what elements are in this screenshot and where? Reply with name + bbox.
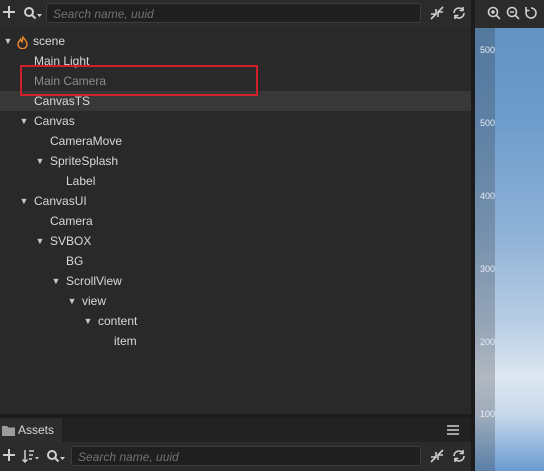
tree-node-label: content (98, 314, 138, 328)
expand-arrow-icon[interactable]: ▼ (67, 291, 77, 311)
tree-node-label: Camera (50, 214, 93, 228)
ruler-label: 500 (480, 45, 496, 55)
add-icon[interactable] (1, 449, 17, 465)
zoom-in-icon[interactable] (487, 6, 501, 24)
vertical-ruler (475, 28, 495, 471)
tree-node-label: CameraMove (50, 134, 123, 148)
expand-arrow-icon[interactable]: ▼ (19, 111, 29, 131)
zoom-out-icon[interactable] (506, 6, 520, 24)
assets-search-input[interactable]: Search name, uuid (71, 446, 421, 466)
ruler-label: 100 (480, 409, 496, 419)
scene-toolbar (475, 0, 544, 28)
tree-node-canvas[interactable]: ▼ Canvas (0, 111, 471, 131)
expand-arrow-icon[interactable]: ▼ (35, 151, 45, 171)
hierarchy-search-input[interactable]: Search name, uuid (46, 3, 421, 23)
refresh-icon[interactable] (452, 6, 466, 24)
search-placeholder: Search name, uuid (53, 7, 154, 21)
tree-node-camera[interactable]: Camera (0, 211, 471, 231)
tab-assets[interactable]: Assets (0, 418, 62, 442)
tree-node-label: SpriteSplash (50, 154, 119, 168)
expand-arrow-icon[interactable]: ▼ (35, 231, 45, 251)
expand-arrow-icon[interactable]: ▼ (51, 271, 61, 291)
tree-node-scrollview[interactable]: ▼ ScrollView (0, 271, 471, 291)
hierarchy-panel: Search name, uuid ▼ scene Main Light Mai… (0, 0, 471, 414)
tree-node-label-node[interactable]: Label (0, 171, 471, 191)
tree-node-view[interactable]: ▼ view (0, 291, 471, 311)
search-icon[interactable] (23, 6, 43, 24)
collapse-icon[interactable] (430, 449, 444, 467)
expand-arrow-icon[interactable]: ▼ (83, 311, 93, 331)
tree-node-label: view (82, 294, 107, 308)
search-placeholder: Search name, uuid (78, 450, 179, 464)
tree-node-cameramove[interactable]: CameraMove (0, 131, 471, 151)
folder-icon (2, 425, 15, 439)
tree-node-label: SVBOX (50, 234, 92, 248)
tree-node-canvasui[interactable]: ▼ CanvasUI (0, 191, 471, 211)
tree-node-scene[interactable]: ▼ scene (0, 31, 471, 51)
tree-node-label: BG (66, 254, 84, 268)
tree-node-label: Canvas (34, 114, 75, 128)
collapse-icon[interactable] (430, 6, 444, 24)
reset-icon[interactable] (524, 6, 538, 24)
tree-node-label: item (114, 334, 137, 348)
tree-node-label: scene (33, 34, 66, 48)
tree-node-svbox[interactable]: ▼ SVBOX (0, 231, 471, 251)
tree-node-content[interactable]: ▼ content (0, 311, 471, 331)
ruler-label: 300 (480, 264, 496, 274)
tree-node-bg[interactable]: BG (0, 251, 471, 271)
ruler-label: 400 (480, 191, 496, 201)
ruler-label: 500 (480, 118, 496, 128)
tree-node-label: ScrollView (66, 274, 122, 288)
tree-node-spritesplash[interactable]: ▼ SpriteSplash (0, 151, 471, 171)
add-icon[interactable] (1, 6, 17, 22)
highlight-box (20, 65, 258, 96)
tree-node-label: Label (66, 174, 96, 188)
search-icon[interactable] (46, 449, 66, 467)
hierarchy-toolbar: Search name, uuid (0, 0, 471, 28)
assets-toolbar: Search name, uuid (0, 442, 471, 471)
expand-arrow-icon[interactable]: ▼ (3, 31, 13, 51)
assets-tabbar: Assets (0, 418, 471, 442)
refresh-icon[interactable] (452, 449, 466, 467)
sort-icon[interactable] (21, 449, 40, 467)
tree-node-item[interactable]: item (0, 331, 471, 351)
tree-node-label: CanvasUI (34, 194, 87, 208)
menu-icon[interactable] (447, 424, 459, 438)
expand-arrow-icon[interactable]: ▼ (19, 191, 29, 211)
tab-assets-label: Assets (18, 423, 55, 437)
ruler-label: 200 (480, 337, 496, 347)
